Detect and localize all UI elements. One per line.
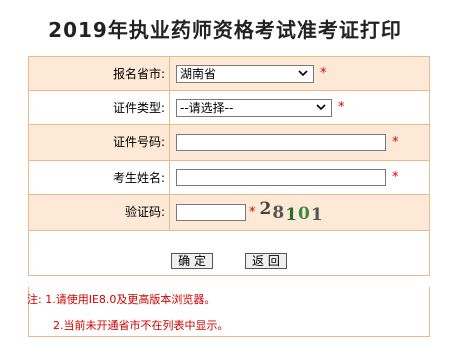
- captcha-digit: 2: [259, 198, 273, 219]
- captcha-image[interactable]: 28101: [259, 198, 324, 225]
- captcha-digit: 0: [298, 203, 311, 224]
- captcha-field: * 28101: [169, 195, 429, 230]
- id-type-select-value: --请选择--: [180, 101, 234, 115]
- province-field: 湖南省 *: [169, 57, 429, 90]
- required-mark: *: [249, 205, 256, 220]
- notes-box: 注: 1.请使用IE8.0及更高版本浏览器。 2.当前未开通省市不在列表中显示。: [27, 287, 430, 337]
- note-line-2: 2.当前未开通省市不在列表中显示。: [53, 319, 229, 332]
- note-line-1: 注: 1.请使用IE8.0及更高版本浏览器。: [27, 293, 216, 306]
- name-row: 考生姓名: *: [29, 161, 429, 195]
- back-button[interactable]: 返 回: [245, 253, 287, 269]
- name-label: 考生姓名:: [112, 171, 165, 185]
- required-mark: *: [392, 135, 399, 150]
- captcha-input[interactable]: [176, 204, 246, 221]
- button-row: 确 定 返 回: [29, 231, 429, 275]
- captcha-label: 验证码:: [124, 205, 165, 219]
- required-mark: *: [338, 100, 345, 115]
- id-type-select[interactable]: --请选择--: [176, 98, 332, 117]
- captcha-digit: 1: [285, 204, 299, 225]
- required-mark: *: [320, 66, 327, 81]
- province-select-value: 湖南省: [180, 67, 217, 81]
- province-label: 报名省市:: [112, 67, 165, 81]
- id-type-row: 证件类型: --请选择-- *: [29, 91, 429, 125]
- id-number-row: 证件号码: *: [29, 125, 429, 161]
- id-number-field: *: [169, 125, 429, 160]
- captcha-digit: 1: [310, 204, 324, 225]
- chevron-down-icon: [314, 102, 328, 113]
- id-type-field: --请选择-- *: [169, 91, 429, 124]
- captcha-row: 验证码: * 28101: [29, 195, 429, 231]
- province-row: 报名省市: 湖南省 *: [29, 57, 429, 91]
- confirm-button[interactable]: 确 定: [171, 253, 213, 269]
- captcha-digit: 8: [272, 202, 286, 223]
- id-number-input[interactable]: [176, 134, 386, 151]
- id-number-label: 证件号码:: [112, 135, 165, 149]
- page-title: 2019年执业药师资格考试准考证打印: [48, 18, 402, 42]
- print-form: 报名省市: 湖南省 * 证件类型: --请选择-- * 证件号码: * 考生姓名…: [28, 56, 430, 276]
- id-type-label: 证件类型:: [112, 101, 165, 115]
- name-field: *: [169, 161, 429, 194]
- chevron-down-icon: [296, 68, 310, 79]
- name-input[interactable]: [176, 169, 386, 186]
- required-mark: *: [392, 170, 399, 185]
- province-select[interactable]: 湖南省: [176, 64, 314, 83]
